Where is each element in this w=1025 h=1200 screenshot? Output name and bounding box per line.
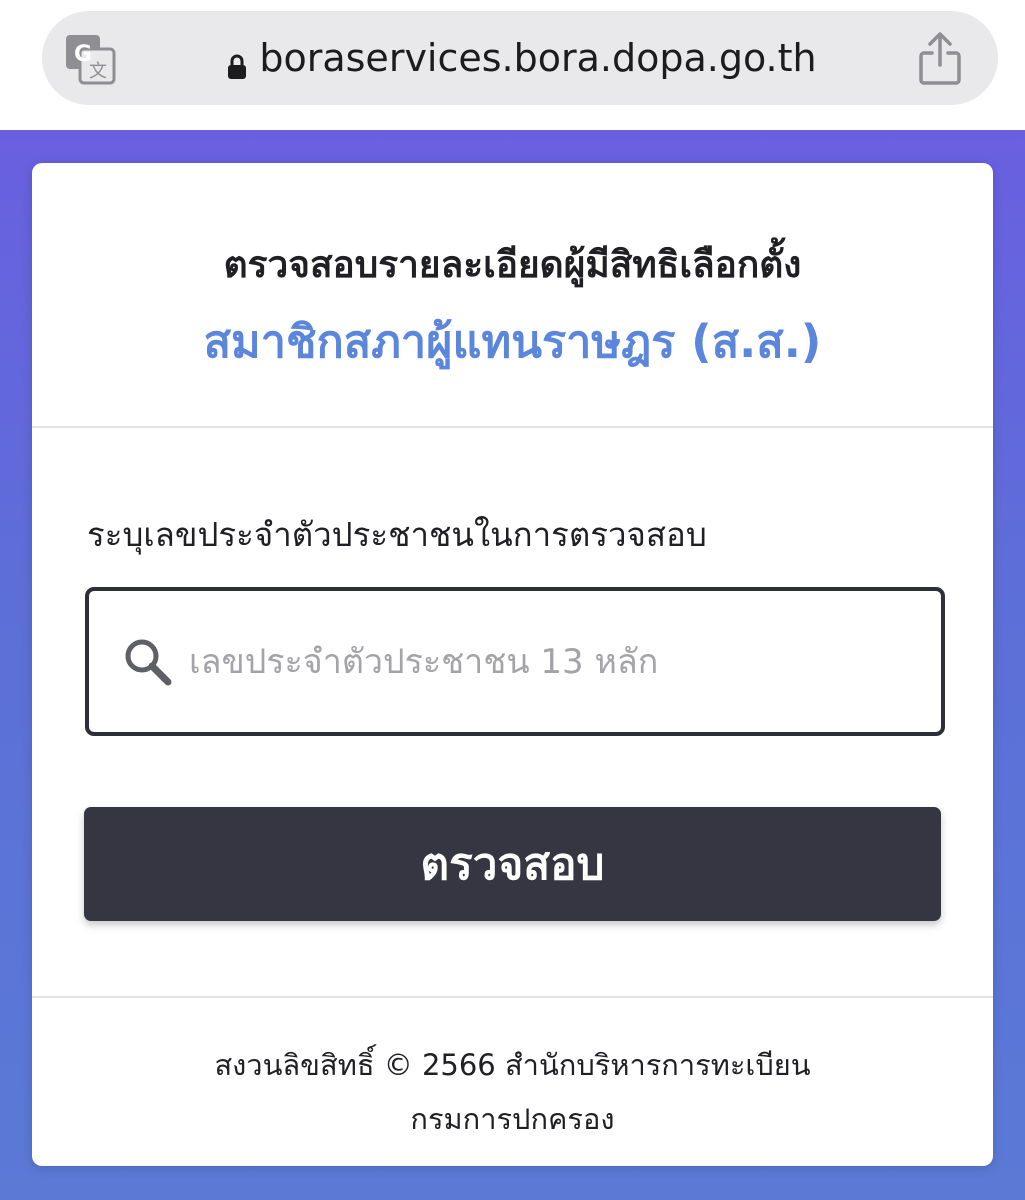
svg-text:文: 文 <box>89 61 107 82</box>
lock-icon <box>227 45 247 79</box>
translate-icon[interactable]: G 文 <box>64 33 116 85</box>
page-title: ตรวจสอบรายละเอียดผู้มีสิทธิเลือกตั้ง <box>223 243 802 286</box>
share-icon[interactable] <box>918 31 962 87</box>
page-subtitle: สมาชิกสภาผู้แทนราษฎร (ส.ส.) <box>203 315 822 368</box>
address-bar[interactable]: G 文 boraservices.bora.dopa.go.th <box>42 11 998 105</box>
url-text: boraservices.bora.dopa.go.th <box>259 36 817 80</box>
search-icon <box>123 637 173 687</box>
id-search-box[interactable] <box>85 587 945 736</box>
id-input-label: ระบุเลขประจำตัวประชาชนในการตรวจสอบ <box>87 515 707 554</box>
voter-check-card: ตรวจสอบรายละเอียดผู้มีสิทธิเลือกตั้ง สมา… <box>32 163 993 1166</box>
check-button[interactable]: ตรวจสอบ <box>84 807 941 921</box>
organization-text: กรมการปกครอง <box>410 1102 615 1136</box>
citizen-id-input[interactable] <box>189 591 909 732</box>
copyright-text: สงวนลิขสิทธิ์ © 2566 สำนักบริหารการทะเบี… <box>214 1048 811 1082</box>
url-field[interactable]: boraservices.bora.dopa.go.th <box>212 11 832 105</box>
card-footer: สงวนลิขสิทธิ์ © 2566 สำนักบริหารการทะเบี… <box>32 996 993 1168</box>
card-header: ตรวจสอบรายละเอียดผู้มีสิทธิเลือกตั้ง สมา… <box>32 163 993 428</box>
browser-toolbar: G 文 boraservices.bora.dopa.go.th <box>0 0 1025 130</box>
